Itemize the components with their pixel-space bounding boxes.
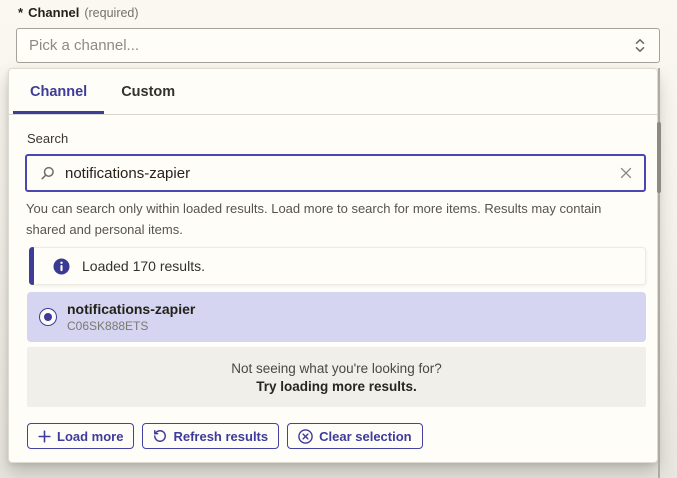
search-icon — [39, 165, 56, 182]
load-more-label: Load more — [57, 429, 123, 444]
result-texts: notifications-zapier C06SK888ETS — [67, 301, 195, 334]
clear-selection-button[interactable]: Clear selection — [287, 423, 423, 449]
result-title: notifications-zapier — [67, 301, 195, 318]
clear-circle-icon — [298, 429, 313, 444]
empty-hint-line1: Not seeing what you're looking for? — [231, 361, 441, 376]
search-input[interactable] — [65, 165, 611, 182]
result-row-notifications-zapier[interactable]: notifications-zapier C06SK888ETS — [27, 292, 646, 342]
tab-channel[interactable]: Channel — [13, 69, 104, 114]
plus-icon — [38, 430, 51, 443]
empty-hint-section: Not seeing what you're looking for? Try … — [27, 347, 646, 407]
info-icon — [53, 258, 70, 275]
refresh-results-button[interactable]: Refresh results — [142, 423, 279, 449]
dropdown-tabs: Channel Custom — [9, 69, 657, 115]
field-name: Channel — [28, 5, 79, 20]
clear-selection-label: Clear selection — [319, 429, 412, 444]
required-marker: * — [18, 5, 23, 20]
search-helper-text: You can search only within loaded result… — [26, 198, 640, 240]
chevron-updown-icon — [633, 37, 647, 54]
alert-body: Loaded 170 results. — [34, 247, 646, 285]
refresh-ccw-icon — [153, 429, 167, 443]
required-note: (required) — [84, 6, 138, 20]
empty-hint-line2: Try loading more results. — [256, 379, 417, 394]
refresh-results-label: Refresh results — [173, 429, 268, 444]
clear-x-icon[interactable] — [620, 167, 632, 179]
search-label: Search — [27, 131, 68, 146]
field-label: * Channel (required) — [18, 5, 139, 20]
radio-selected-icon[interactable] — [39, 308, 57, 326]
search-box — [25, 154, 646, 192]
tab-channel-label: Channel — [30, 84, 87, 100]
scrollbar-thumb[interactable] — [657, 122, 661, 193]
alert-text: Loaded 170 results. — [82, 258, 205, 274]
loaded-results-alert: Loaded 170 results. — [29, 247, 646, 285]
select-placeholder: Pick a channel... — [29, 37, 633, 54]
channel-dropdown-panel: Channel Custom Search You can search onl… — [8, 68, 658, 463]
dropdown-actions: Load more Refresh results Clear selectio… — [27, 423, 423, 449]
result-id: C06SK888ETS — [67, 319, 195, 334]
tab-custom[interactable]: Custom — [104, 69, 192, 114]
tab-custom-label: Custom — [121, 84, 175, 100]
load-more-button[interactable]: Load more — [27, 423, 134, 449]
channel-select[interactable]: Pick a channel... — [16, 28, 660, 63]
